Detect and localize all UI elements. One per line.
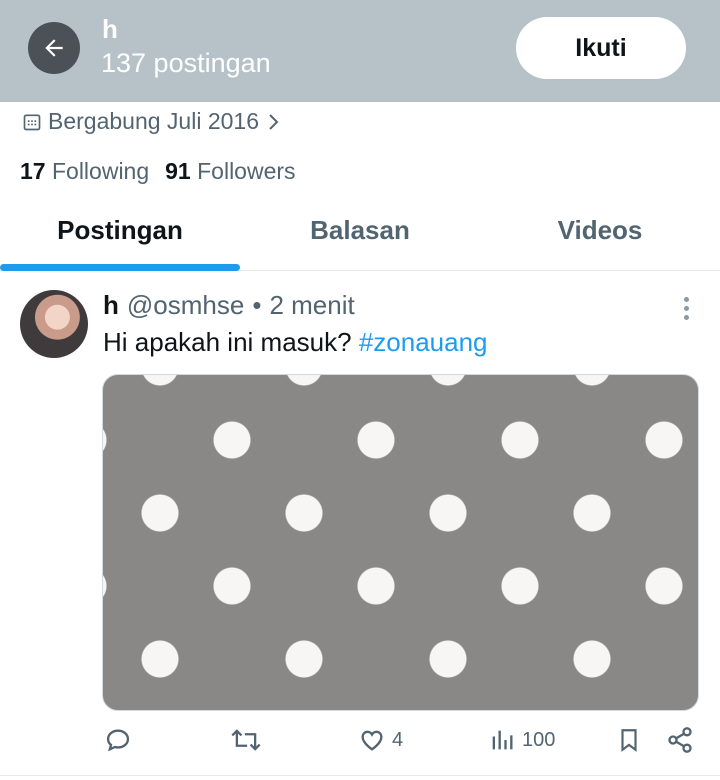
joined-date[interactable]: Bergabung Juli 2016 xyxy=(22,108,281,135)
post-actions: 4 100 xyxy=(0,726,720,770)
view-count: 100 xyxy=(522,728,556,751)
followers-count: 91 xyxy=(165,158,191,184)
profile-header-bar: h 137 postingan Ikuti xyxy=(0,0,720,102)
reply-button[interactable] xyxy=(104,726,132,754)
like-button[interactable]: 4 xyxy=(358,726,403,754)
tab-postingan[interactable]: Postingan xyxy=(0,195,240,270)
post-text: Hi apakah ini masuk? #zonauang xyxy=(103,327,488,358)
more-dot-icon xyxy=(683,314,689,320)
views-button[interactable]: 100 xyxy=(488,726,555,754)
hashtag-link[interactable]: #zonauang xyxy=(359,327,488,357)
post-separator: • xyxy=(252,290,262,320)
arrow-left-icon xyxy=(45,39,63,57)
bookmark-button[interactable] xyxy=(616,726,642,754)
post-item[interactable]: h @osmhse • 2 menit Hi apakah ini masuk?… xyxy=(0,272,720,780)
divider xyxy=(0,775,720,776)
calendar-icon xyxy=(23,114,41,130)
tab-balasan[interactable]: Balasan xyxy=(240,195,480,270)
tab-videos[interactable]: Videos xyxy=(480,195,720,270)
repost-icon xyxy=(231,729,261,751)
repost-button[interactable] xyxy=(230,726,262,754)
reply-icon xyxy=(106,729,130,752)
back-button[interactable] xyxy=(28,22,80,74)
following-link[interactable]: 17 Following xyxy=(20,158,149,185)
bookmark-icon xyxy=(621,729,637,752)
follow-button[interactable]: Ikuti xyxy=(516,17,686,79)
followers-link[interactable]: 91 Followers xyxy=(165,158,295,185)
active-tab-indicator xyxy=(0,264,240,271)
heart-icon xyxy=(361,730,383,751)
more-dot-icon xyxy=(683,296,689,302)
share-button[interactable] xyxy=(666,726,694,754)
follow-stats: 17 Following 91 Followers xyxy=(20,158,296,185)
following-count: 17 xyxy=(20,158,46,184)
profile-name: h xyxy=(102,14,118,44)
like-count: 4 xyxy=(392,728,404,751)
analytics-icon xyxy=(492,730,513,750)
followers-label: Followers xyxy=(197,158,296,184)
post-body: Hi apakah ini masuk? xyxy=(103,327,352,357)
more-dot-icon xyxy=(683,305,689,311)
joined-label: Bergabung Juli 2016 xyxy=(48,108,259,134)
more-options-button[interactable] xyxy=(672,292,700,324)
post-handle[interactable]: @osmhse xyxy=(127,290,244,321)
share-icon xyxy=(668,727,692,753)
post-header: h @osmhse • 2 menit xyxy=(103,290,355,321)
post-time[interactable]: 2 menit xyxy=(269,290,354,321)
following-label: Following xyxy=(51,158,150,184)
post-count: 137 postingan xyxy=(101,48,271,78)
chevron-right-icon xyxy=(269,113,279,130)
profile-tabs: Postingan Balasan Videos xyxy=(0,195,720,271)
avatar[interactable] xyxy=(20,290,88,358)
post-media-image[interactable] xyxy=(102,374,699,711)
post-author[interactable]: h xyxy=(103,290,119,321)
